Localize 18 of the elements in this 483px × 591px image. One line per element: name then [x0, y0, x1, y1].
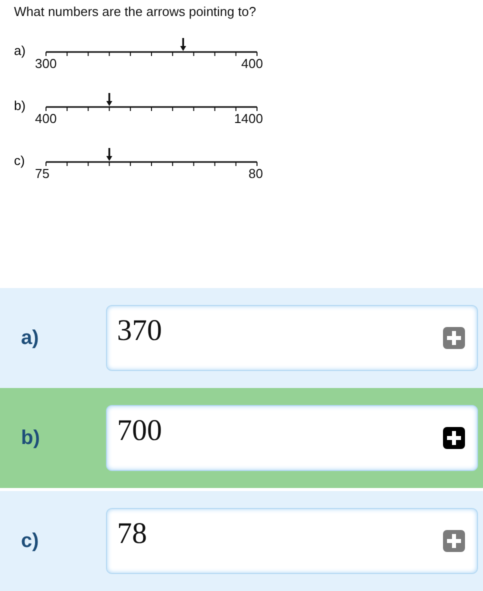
- plus-icon[interactable]: [443, 427, 465, 449]
- part-label: b): [14, 98, 27, 113]
- question-text: What numbers are the arrows pointing to?: [14, 4, 258, 19]
- tick-label: 400: [35, 112, 57, 126]
- tick-label: 1400: [234, 112, 263, 126]
- part-label: a): [14, 43, 27, 58]
- tick-label: 75: [35, 167, 50, 181]
- answer-label: a): [20, 326, 40, 350]
- answer-field[interactable]: 700: [106, 405, 478, 471]
- tick-label: 80: [248, 167, 263, 181]
- answer-label: c): [20, 530, 40, 552]
- tick-label: 400: [241, 57, 263, 71]
- answer-field[interactable]: 78: [106, 508, 478, 574]
- answer-row[interactable]: b) 700: [0, 388, 483, 491]
- tick-label: 300: [35, 57, 57, 71]
- part-label: c): [14, 153, 26, 168]
- answer-label: b): [20, 426, 41, 450]
- answer-field[interactable]: 370: [106, 305, 478, 371]
